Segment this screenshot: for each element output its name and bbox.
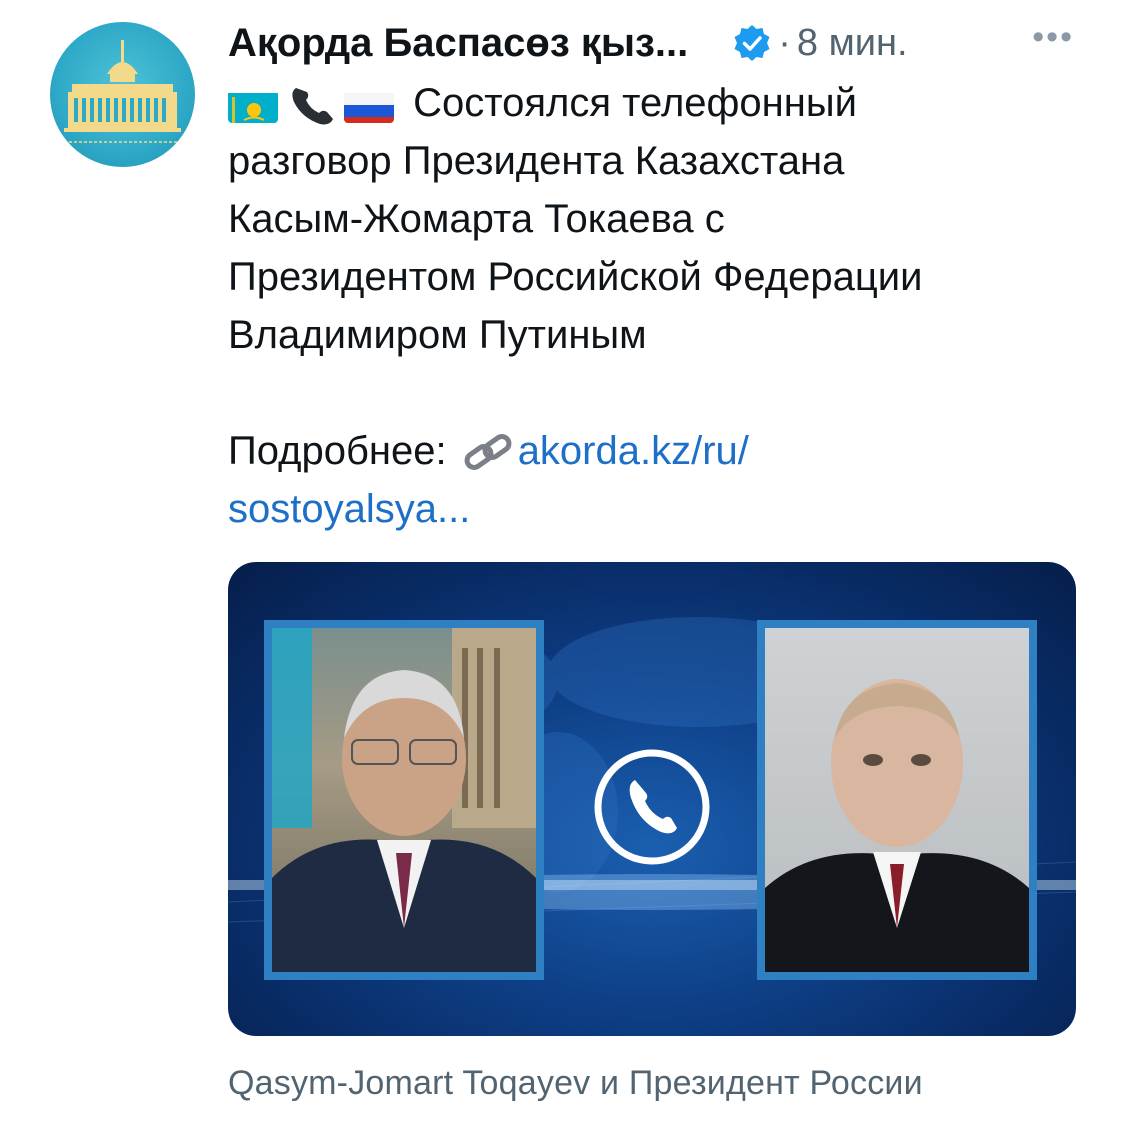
phone-call-icon xyxy=(591,746,713,868)
kazakhstan-flag-icon xyxy=(228,87,278,124)
tweet-text-line-1: Состоялся телефонный xyxy=(413,81,857,125)
tweet-text-line-4: Президентом Российской Федерации xyxy=(228,255,923,299)
tweet-text-line-2: разговор Президента Казахстана xyxy=(228,139,845,183)
tweet-text-line-5: Владимиром Путиным xyxy=(228,313,647,357)
tweet-line-1: Состоялся телефонный xyxy=(228,74,1088,132)
tweet-media-image[interactable] xyxy=(228,562,1076,1036)
more-options-icon[interactable]: ••• xyxy=(1032,18,1074,57)
telephone-receiver-icon xyxy=(286,82,338,128)
tokayev-photo xyxy=(264,620,544,980)
article-link-part1[interactable]: akorda.kz/ru/ xyxy=(518,429,749,473)
author-display-name[interactable]: Ақорда Баспасөз қыз... xyxy=(228,21,688,66)
link-chain-icon xyxy=(460,430,516,476)
tweet-timestamp[interactable]: 8 мин. xyxy=(797,22,908,65)
tweet-body: Состоялся телефонный разговор Президента… xyxy=(228,74,1088,538)
separator-dot: · xyxy=(778,21,791,64)
article-link-part2[interactable]: sostoyalsya... xyxy=(228,480,1088,538)
tweet-text-line-3: Касым-Жомарта Токаева с xyxy=(228,197,725,241)
russia-flag-icon xyxy=(344,87,394,124)
tweet-more-line: Подробнее: akorda.kz/ru/ xyxy=(228,422,1088,480)
media-caption[interactable]: Qasym-Jomart Toqayev и Президент России xyxy=(228,1064,923,1103)
more-details-label: Подробнее: xyxy=(228,429,447,473)
tweet-header: Ақорда Баспасөз қыз... · 8 мин. ••• xyxy=(228,18,1088,68)
akorda-building-logo xyxy=(64,40,181,143)
putin-photo xyxy=(757,620,1037,980)
avatar[interactable] xyxy=(50,22,195,167)
verified-badge-icon xyxy=(732,23,772,63)
